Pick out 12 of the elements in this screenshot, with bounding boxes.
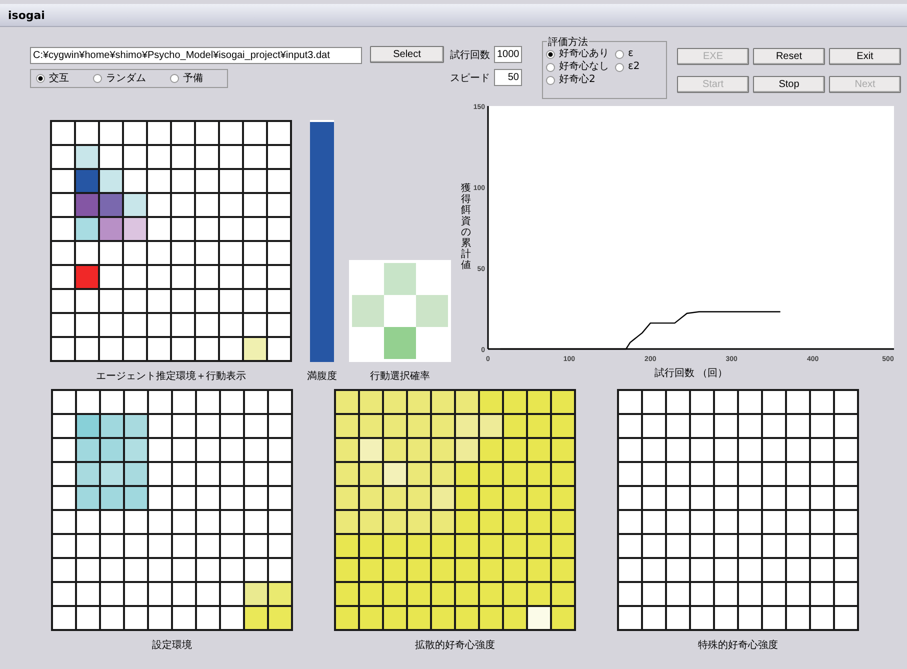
grid-caption: エージェント推定環境＋行動表示 xyxy=(96,371,246,383)
x-axis-label: 試行回数 （回） xyxy=(654,368,728,379)
probability-caption: 行動選択確率 xyxy=(370,371,430,383)
bar-caption: 満腹度 xyxy=(307,371,337,383)
window-title: isogai xyxy=(8,8,45,22)
group-title: 評価方法 xyxy=(547,35,589,49)
y-axis-label: 獲得餌資の累計値 xyxy=(461,183,471,271)
grid-caption: 特殊的好奇心強度 xyxy=(698,640,778,652)
grid-caption: 拡散的好奇心強度 xyxy=(415,640,495,652)
grid-caption: 設定環境 xyxy=(152,640,192,652)
setting-label: スピード xyxy=(450,72,490,84)
setting-label: 試行回数 xyxy=(450,48,490,62)
